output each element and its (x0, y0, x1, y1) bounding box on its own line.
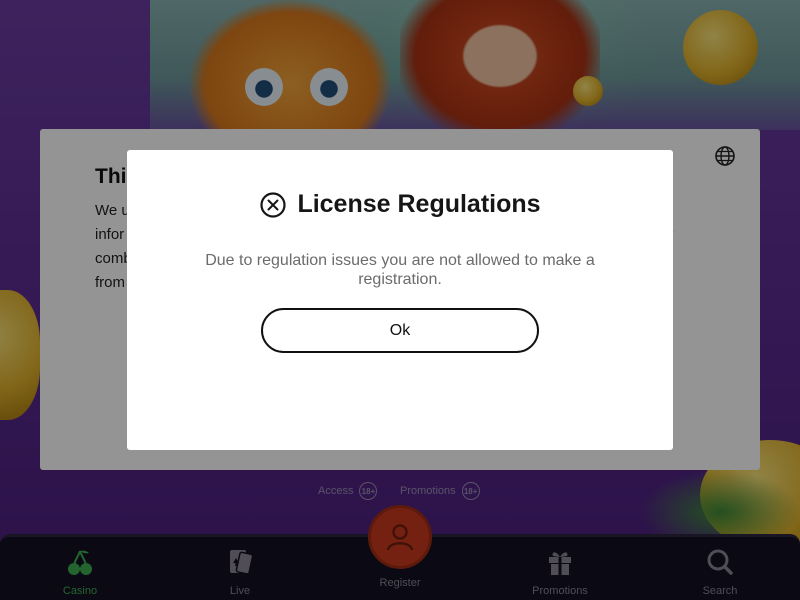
modal-header: License Regulations (127, 190, 673, 219)
license-regulations-modal: License Regulations Due to regulation is… (127, 150, 673, 450)
modal-title: License Regulations (297, 190, 541, 218)
ok-button[interactable]: Ok (261, 308, 539, 353)
close-circle-icon (260, 191, 287, 218)
modal-message: Due to regulation issues you are not all… (205, 252, 595, 288)
